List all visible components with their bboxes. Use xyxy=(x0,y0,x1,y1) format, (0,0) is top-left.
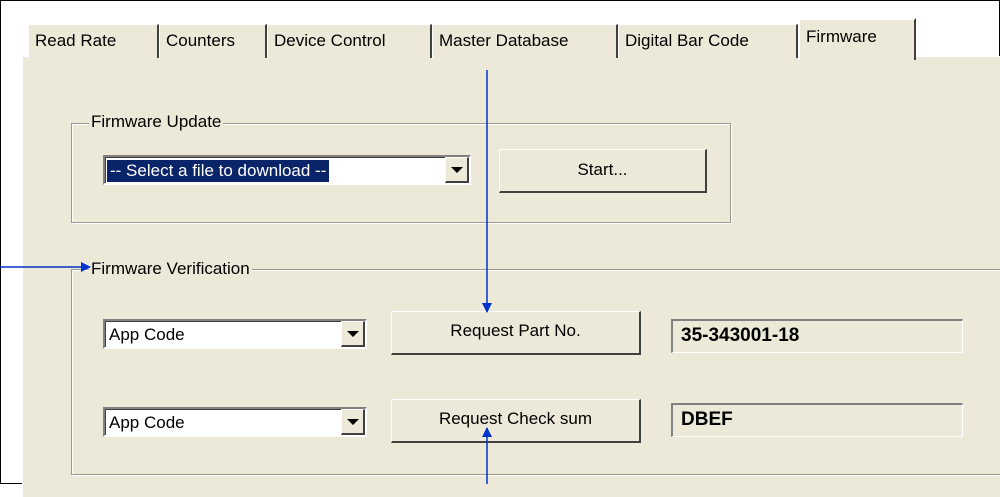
part-no-result: 35-343001-18 xyxy=(671,319,963,353)
tab-read-rate[interactable]: Read Rate xyxy=(28,24,159,58)
firmware-file-select-value: -- Select a file to download -- xyxy=(105,159,331,183)
firmware-update-legend: Firmware Update xyxy=(89,112,224,132)
tab-firmware[interactable]: Firmware xyxy=(798,18,916,60)
firmware-file-select[interactable]: -- Select a file to download -- xyxy=(103,155,471,185)
firmware-verification-legend: Firmware Verification xyxy=(89,259,252,279)
part-no-code-select-value: App Code xyxy=(109,325,185,344)
checksum-code-select-value: App Code xyxy=(109,413,185,432)
checksum-code-select[interactable]: App Code xyxy=(103,407,367,437)
checksum-dropdown-button[interactable] xyxy=(341,409,365,435)
checksum-result: DBEF xyxy=(671,403,963,437)
firmware-tab-panel: Firmware Update -- Select a file to down… xyxy=(22,56,1000,497)
tab-master-database[interactable]: Master Database xyxy=(432,24,618,58)
start-button[interactable]: Start... xyxy=(499,149,707,193)
firmware-verification-group xyxy=(71,269,1000,475)
chevron-down-icon xyxy=(346,330,359,337)
tab-device-control[interactable]: Device Control xyxy=(267,24,432,58)
chevron-down-icon xyxy=(346,418,359,425)
part-no-code-select[interactable]: App Code xyxy=(103,319,367,349)
firmware-file-dropdown-button[interactable] xyxy=(445,157,469,183)
tab-counters[interactable]: Counters xyxy=(159,24,267,58)
request-checksum-button[interactable]: Request Check sum xyxy=(391,399,641,443)
chevron-down-icon xyxy=(450,166,463,173)
request-part-no-button[interactable]: Request Part No. xyxy=(391,311,641,355)
part-no-dropdown-button[interactable] xyxy=(341,321,365,347)
tab-digital-bar-code[interactable]: Digital Bar Code xyxy=(618,24,798,58)
